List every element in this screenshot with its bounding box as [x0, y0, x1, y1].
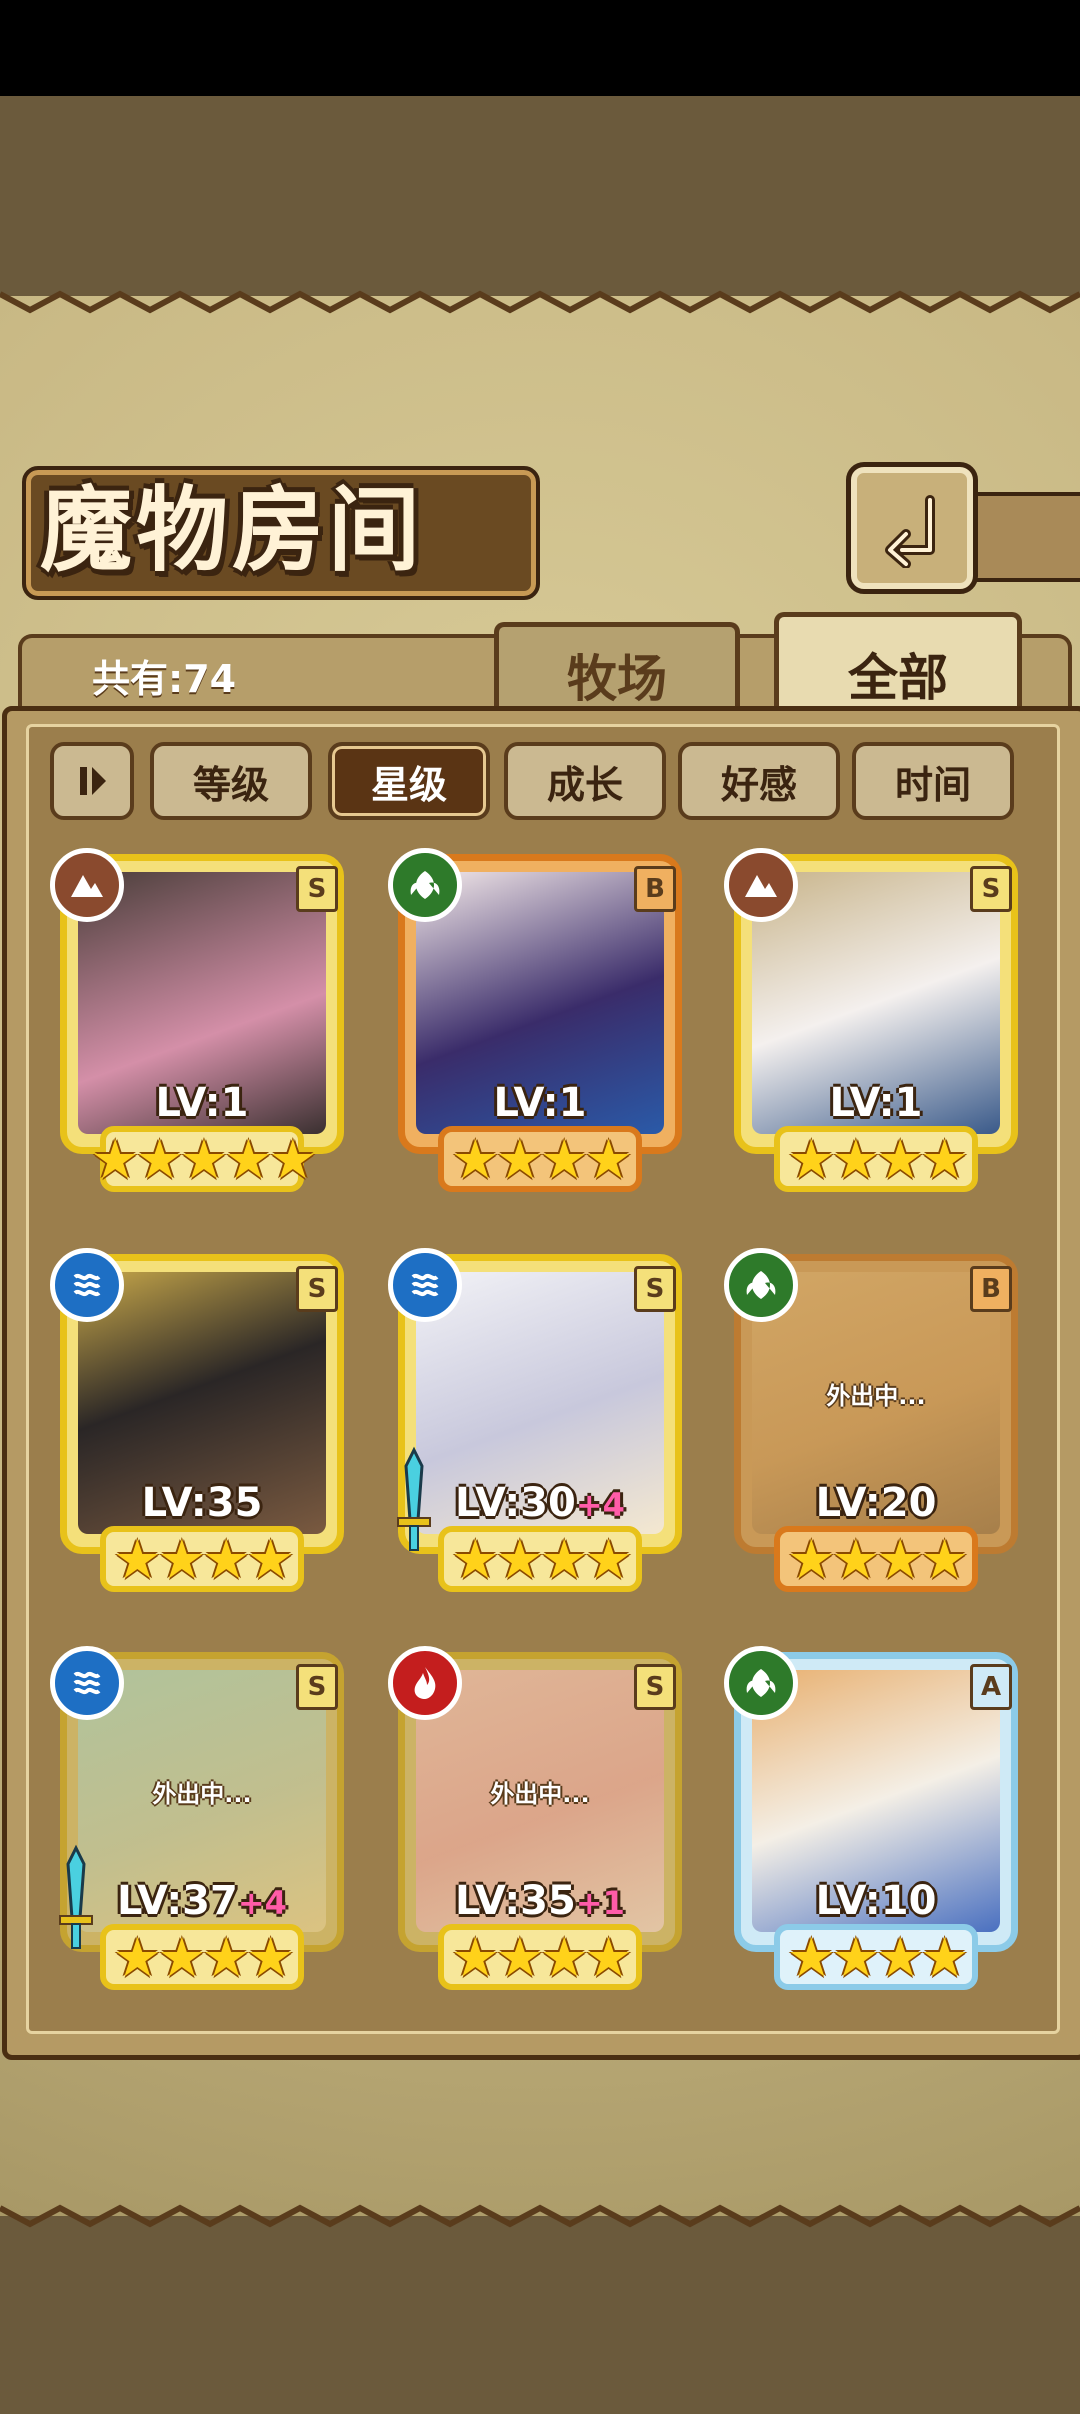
monster-count: 共有:74	[92, 657, 237, 701]
top-map-strip	[0, 96, 1080, 296]
earth-element-icon	[50, 848, 124, 922]
star-rating: ★★★★	[451, 1926, 633, 1989]
monster-card[interactable]: B 外出中... LV:20 ★★★★	[724, 1248, 1026, 1600]
level-label: LV:1	[155, 1080, 249, 1126]
monster-card[interactable]: S LV:35 ★★★★	[50, 1248, 352, 1600]
level-label: LV:35	[141, 1480, 263, 1526]
star-rating: ★★★★	[787, 1926, 969, 1989]
rank-badge: A	[970, 1664, 1012, 1710]
level-label: LV:10	[815, 1878, 937, 1924]
monster-card[interactable]: S 外出中... LV:37+4 ★★★★	[50, 1646, 352, 1998]
back-button[interactable]	[846, 462, 978, 594]
rank-badge: S	[634, 1664, 676, 1710]
away-status: 外出中...	[826, 1382, 926, 1410]
water-element-icon	[50, 1248, 124, 1322]
rank-badge: S	[970, 866, 1012, 912]
level-label: LV:1	[829, 1080, 923, 1126]
sort-order-toggle[interactable]	[50, 742, 134, 820]
star-rating: ★★★★	[113, 1528, 295, 1591]
monster-card[interactable]: S LV:30+4 ★★★★	[388, 1248, 690, 1600]
sort-level-button[interactable]: 等级	[150, 742, 312, 820]
star-rating: ★★★★	[451, 1128, 633, 1191]
top-torn-edge	[0, 290, 1080, 314]
level-label: LV:20	[815, 1480, 937, 1526]
water-element-icon	[50, 1646, 124, 1720]
level-label: LV:37+4	[117, 1878, 287, 1924]
sort-time-button[interactable]: 时间	[852, 742, 1014, 820]
bottom-torn-edge	[0, 2204, 1080, 2228]
water-element-icon	[388, 1248, 462, 1322]
sort-growth-button[interactable]: 成长	[504, 742, 666, 820]
sort-star-button[interactable]: 星级	[328, 742, 490, 820]
star-rating: ★★★★	[113, 1926, 295, 1989]
nature-element-icon	[724, 1646, 798, 1720]
monster-card[interactable]: S 外出中... LV:35+1 ★★★★	[388, 1646, 690, 1998]
back-button-rail	[968, 492, 1080, 582]
star-rating: ★★★★★	[90, 1128, 317, 1191]
return-arrow-icon	[885, 495, 935, 568]
level-label: LV:1	[493, 1080, 587, 1126]
monster-card[interactable]: S LV:1 ★★★★	[724, 848, 1026, 1200]
star-rating: ★★★★	[787, 1528, 969, 1591]
level-label: LV:30+4	[455, 1480, 625, 1526]
nature-element-icon	[388, 848, 462, 922]
rank-badge: S	[296, 1266, 338, 1312]
monster-card[interactable]: A LV:10 ★★★★	[724, 1646, 1026, 1998]
rank-badge: S	[296, 866, 338, 912]
monster-card[interactable]: S LV:1 ★★★★★	[50, 848, 352, 1200]
fire-element-icon	[388, 1646, 462, 1720]
rank-badge: S	[634, 1266, 676, 1312]
page-title: 魔物房间	[40, 476, 425, 584]
sort-order-icon	[80, 767, 106, 795]
nature-element-icon	[724, 1248, 798, 1322]
away-status: 外出中...	[490, 1780, 590, 1808]
rank-badge: B	[970, 1266, 1012, 1312]
level-label: LV:35+1	[455, 1878, 625, 1924]
rank-badge: S	[296, 1664, 338, 1710]
away-status: 外出中...	[152, 1780, 252, 1808]
star-rating: ★★★★	[451, 1528, 633, 1591]
sort-affection-button[interactable]: 好感	[678, 742, 840, 820]
monster-card[interactable]: B LV:1 ★★★★	[388, 848, 690, 1200]
bottom-map-strip	[0, 2216, 1080, 2414]
earth-element-icon	[724, 848, 798, 922]
star-rating: ★★★★	[787, 1128, 969, 1191]
rank-badge: B	[634, 866, 676, 912]
